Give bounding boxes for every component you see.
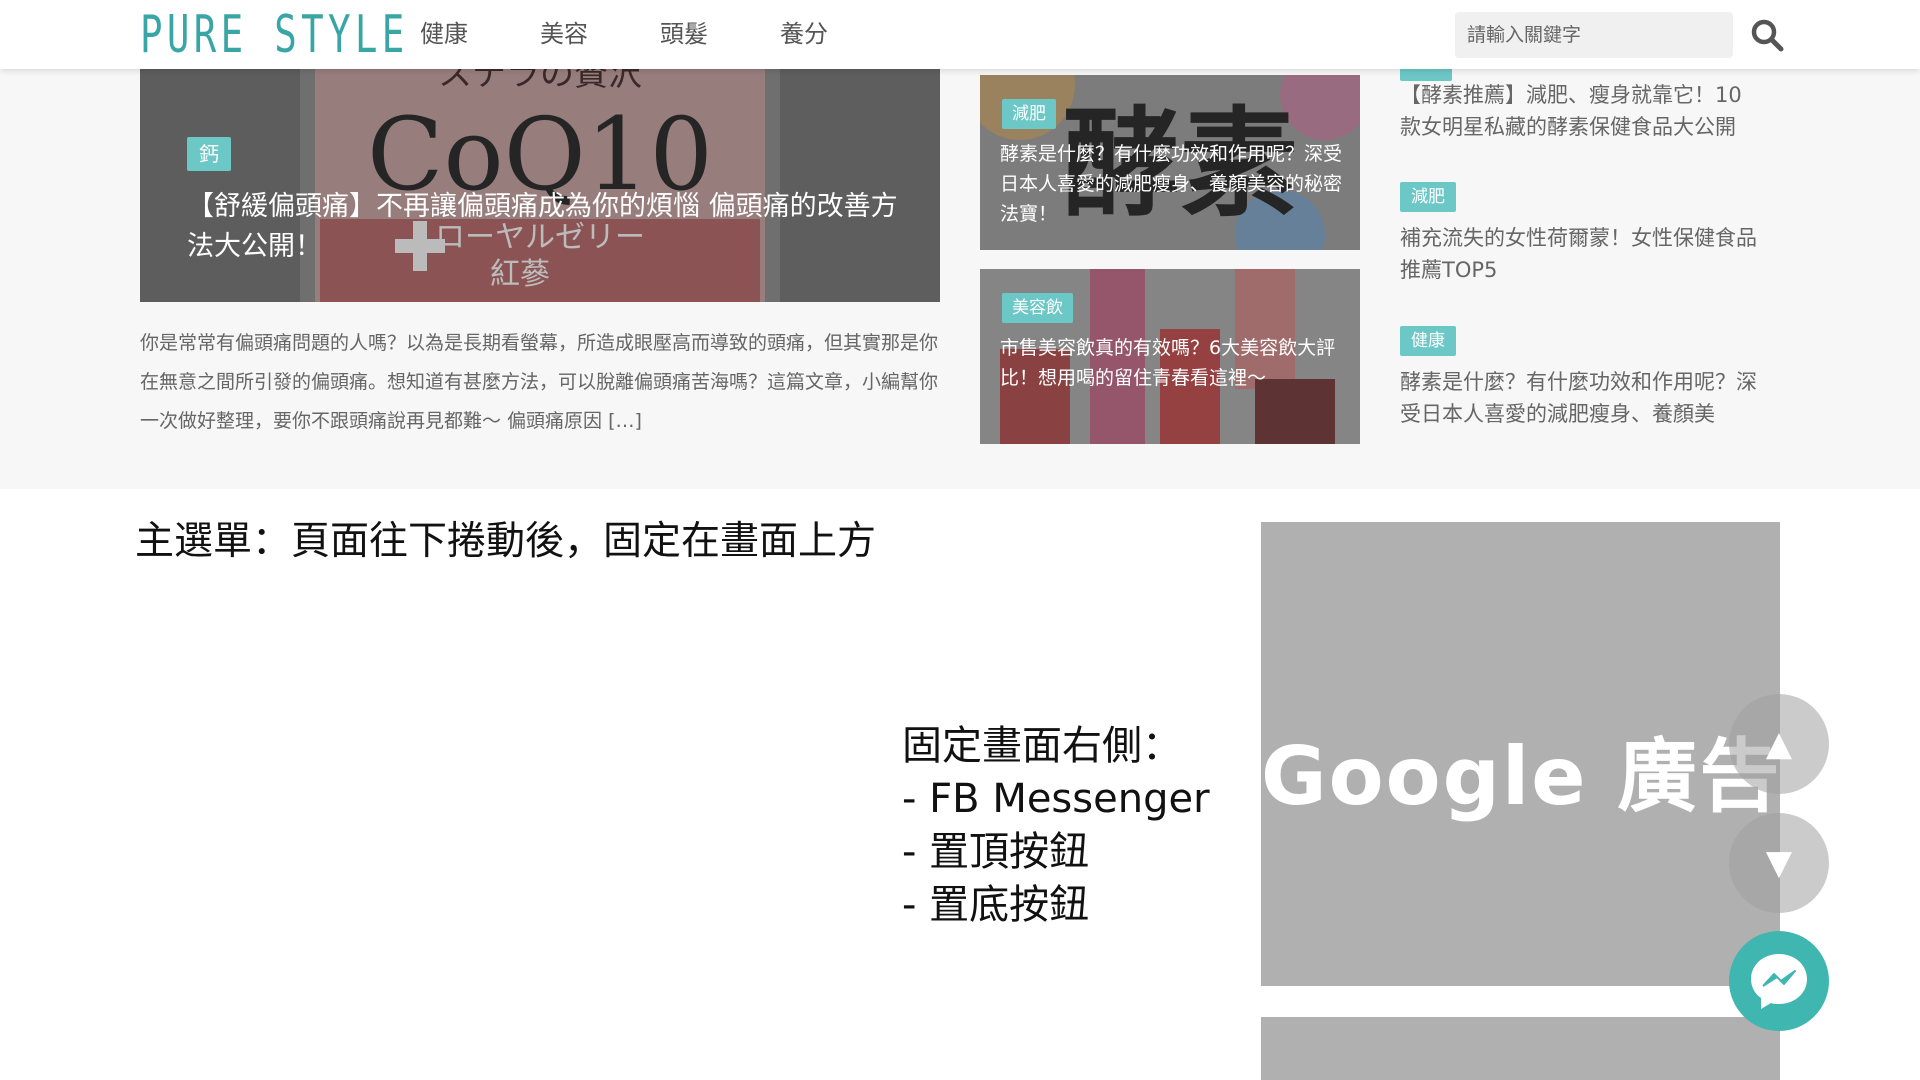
side-list-title[interactable]: 補充流失的女性荷爾蒙！女性保健食品推薦TOP5: [1400, 222, 1760, 286]
search-input[interactable]: [1455, 12, 1733, 58]
nav-item-nutrition[interactable]: 養分: [780, 0, 900, 69]
hero-article[interactable]: ステラの贅沢 CoQ10 ローヤルゼリー 紅蔘 鈣 【舒緩偏頭痛】不再讓偏頭痛成…: [140, 69, 940, 302]
main-nav: 健康 美容 頭髮 養分: [420, 0, 900, 69]
mid-card-tag[interactable]: 美容飲: [1002, 293, 1073, 323]
site-header: PURE STYLE 健康 美容 頭髮 養分: [0, 0, 1920, 69]
fb-messenger-button[interactable]: [1729, 931, 1829, 1031]
google-ad-secondary[interactable]: [1261, 1017, 1780, 1080]
scroll-top-button[interactable]: ▲: [1729, 694, 1829, 794]
side-list-tag[interactable]: 健康: [1400, 326, 1456, 356]
side-article-list: 【酵素推薦】減肥、瘦身就靠它！10款女明星私藏的酵素保健食品大公開 減肥 補充流…: [1400, 69, 1760, 429]
site-logo[interactable]: PURE STYLE: [140, 8, 409, 62]
note-right-line: - 置底按鈕: [902, 882, 1090, 928]
side-list-title[interactable]: 酵素是什麼？有什麼功效和作用呢？深受日本人喜愛的減肥瘦身、養顏美: [1400, 366, 1760, 429]
mid-card-enzyme[interactable]: 酵素 減肥 酵素是什麼？有什麼功效和作用呢？深受日本人喜愛的減肥瘦身、養顏美容的…: [980, 75, 1360, 250]
nav-item-health[interactable]: 健康: [420, 0, 540, 69]
hero-shade: [140, 69, 940, 302]
mid-card-beauty-drink[interactable]: 美容飲 市售美容飲真的有效嗎？6大美容飲大評比！想用喝的留住青春看這裡～: [980, 269, 1360, 444]
note-main-menu: 主選單：頁面往下捲動後，固定在畫面上方: [135, 519, 877, 564]
google-ad[interactable]: Google 廣告: [1261, 522, 1780, 986]
side-list-tag[interactable]: 減肥: [1400, 182, 1456, 212]
mid-card-title[interactable]: 市售美容飲真的有效嗎？6大美容飲大評比！想用喝的留住青春看這裡～: [1000, 333, 1345, 393]
chevron-up-icon: ▲: [1765, 724, 1793, 764]
note-right-line: - FB Messenger: [902, 776, 1210, 822]
note-right-line: - 置頂按鈕: [902, 829, 1090, 875]
nav-item-hair[interactable]: 頭髮: [660, 0, 780, 69]
ad-label: Google 廣告: [1261, 730, 1782, 823]
search-icon[interactable]: [1750, 18, 1784, 52]
nav-item-beauty[interactable]: 美容: [540, 0, 660, 69]
chevron-down-icon: ▼: [1765, 843, 1793, 883]
scroll-bottom-button[interactable]: ▼: [1729, 813, 1829, 913]
hero-title[interactable]: 【舒緩偏頭痛】不再讓偏頭痛成為你的煩惱 偏頭痛的改善方法大公開！: [187, 187, 907, 267]
hero-tag[interactable]: 鈣: [187, 137, 231, 171]
mid-card-title[interactable]: 酵素是什麼？有什麼功效和作用呢？深受日本人喜愛的減肥瘦身、養顏美容的秘密法寶！: [1000, 139, 1345, 229]
mid-card-tag[interactable]: 減肥: [1002, 99, 1056, 129]
note-right-line: 固定畫面右側：: [902, 723, 1182, 769]
hero-excerpt: 你是常常有偏頭痛問題的人嗎？以為是長期看螢幕，所造成眼壓高而導致的頭痛，但其實那…: [140, 332, 939, 432]
side-list-title[interactable]: 【酵素推薦】減肥、瘦身就靠它！10款女明星私藏的酵素保健食品大公開: [1400, 79, 1760, 143]
messenger-icon: [1751, 954, 1807, 1009]
note-right-fixed: 固定畫面右側： - FB Messenger - 置頂按鈕 - 置底按鈕: [902, 720, 1210, 932]
